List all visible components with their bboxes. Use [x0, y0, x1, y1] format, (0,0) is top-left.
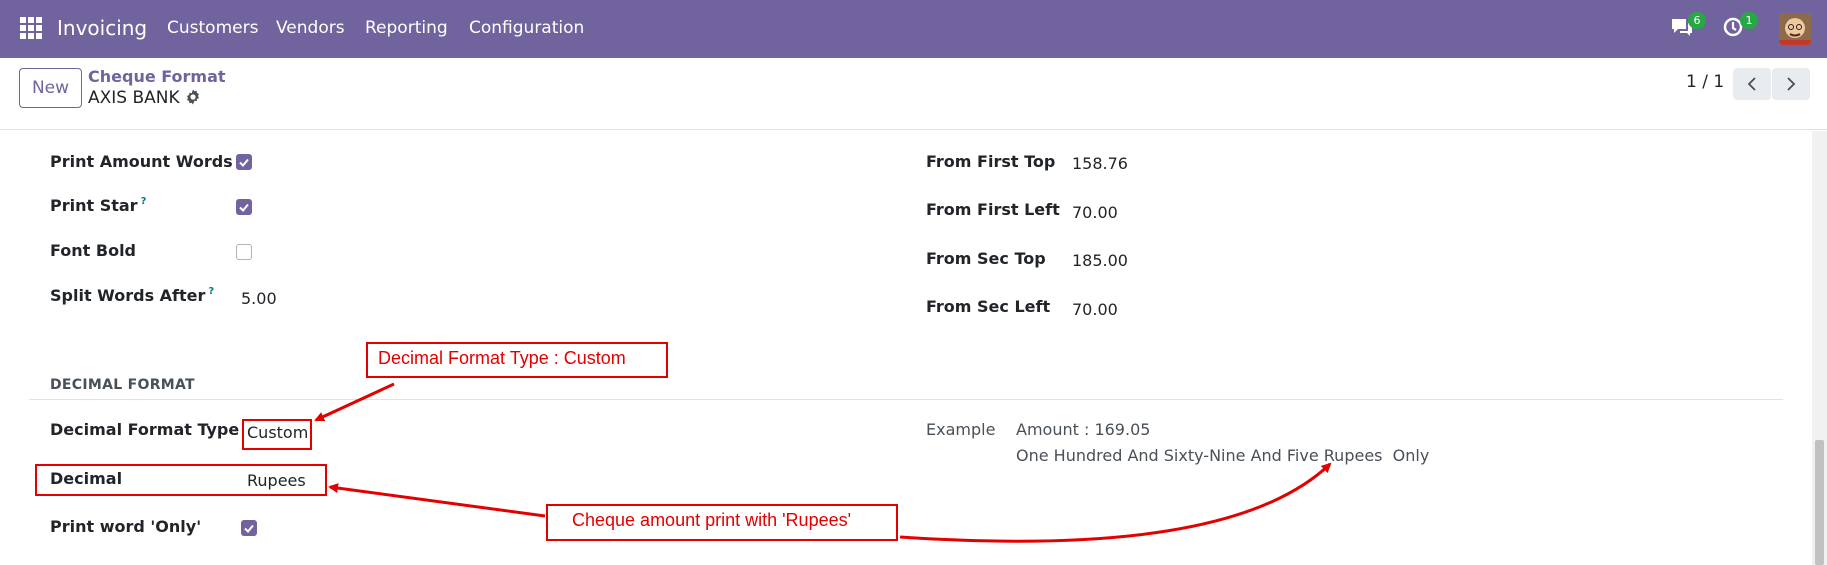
pager-value[interactable]: 1 / 1: [1686, 72, 1724, 92]
menu-vendors[interactable]: Vendors: [276, 18, 345, 38]
clock-icon[interactable]: 1: [1722, 12, 1758, 40]
pager-previous-button[interactable]: [1733, 68, 1771, 100]
activities-badge: 1: [1740, 12, 1758, 29]
new-button[interactable]: New: [19, 68, 82, 108]
apps-grid-icon[interactable]: [20, 17, 42, 39]
menu-reporting[interactable]: Reporting: [365, 18, 448, 38]
menu-configuration[interactable]: Configuration: [469, 18, 584, 38]
messages-badge: 6: [1688, 12, 1706, 29]
avatar[interactable]: [1779, 13, 1811, 45]
form-sheet: Print Amount Words Print Star? Font Bold…: [0, 131, 1827, 565]
control-panel: New Cheque Format AXIS BANK 1 / 1: [0, 58, 1827, 130]
scrollbar-thumb[interactable]: [1815, 440, 1824, 565]
gear-icon[interactable]: [185, 89, 201, 105]
annotation-arrows: [314, 382, 1332, 543]
record-name: AXIS BANK: [88, 88, 180, 108]
pager-next-button[interactable]: [1772, 68, 1810, 100]
top-navbar: Invoicing Customers Vendors Reporting Co…: [0, 0, 1827, 58]
app-name[interactable]: Invoicing: [57, 16, 147, 40]
chat-icon[interactable]: 6: [1670, 12, 1706, 40]
menu-customers[interactable]: Customers: [167, 18, 258, 38]
breadcrumb[interactable]: Cheque Format: [88, 67, 226, 86]
